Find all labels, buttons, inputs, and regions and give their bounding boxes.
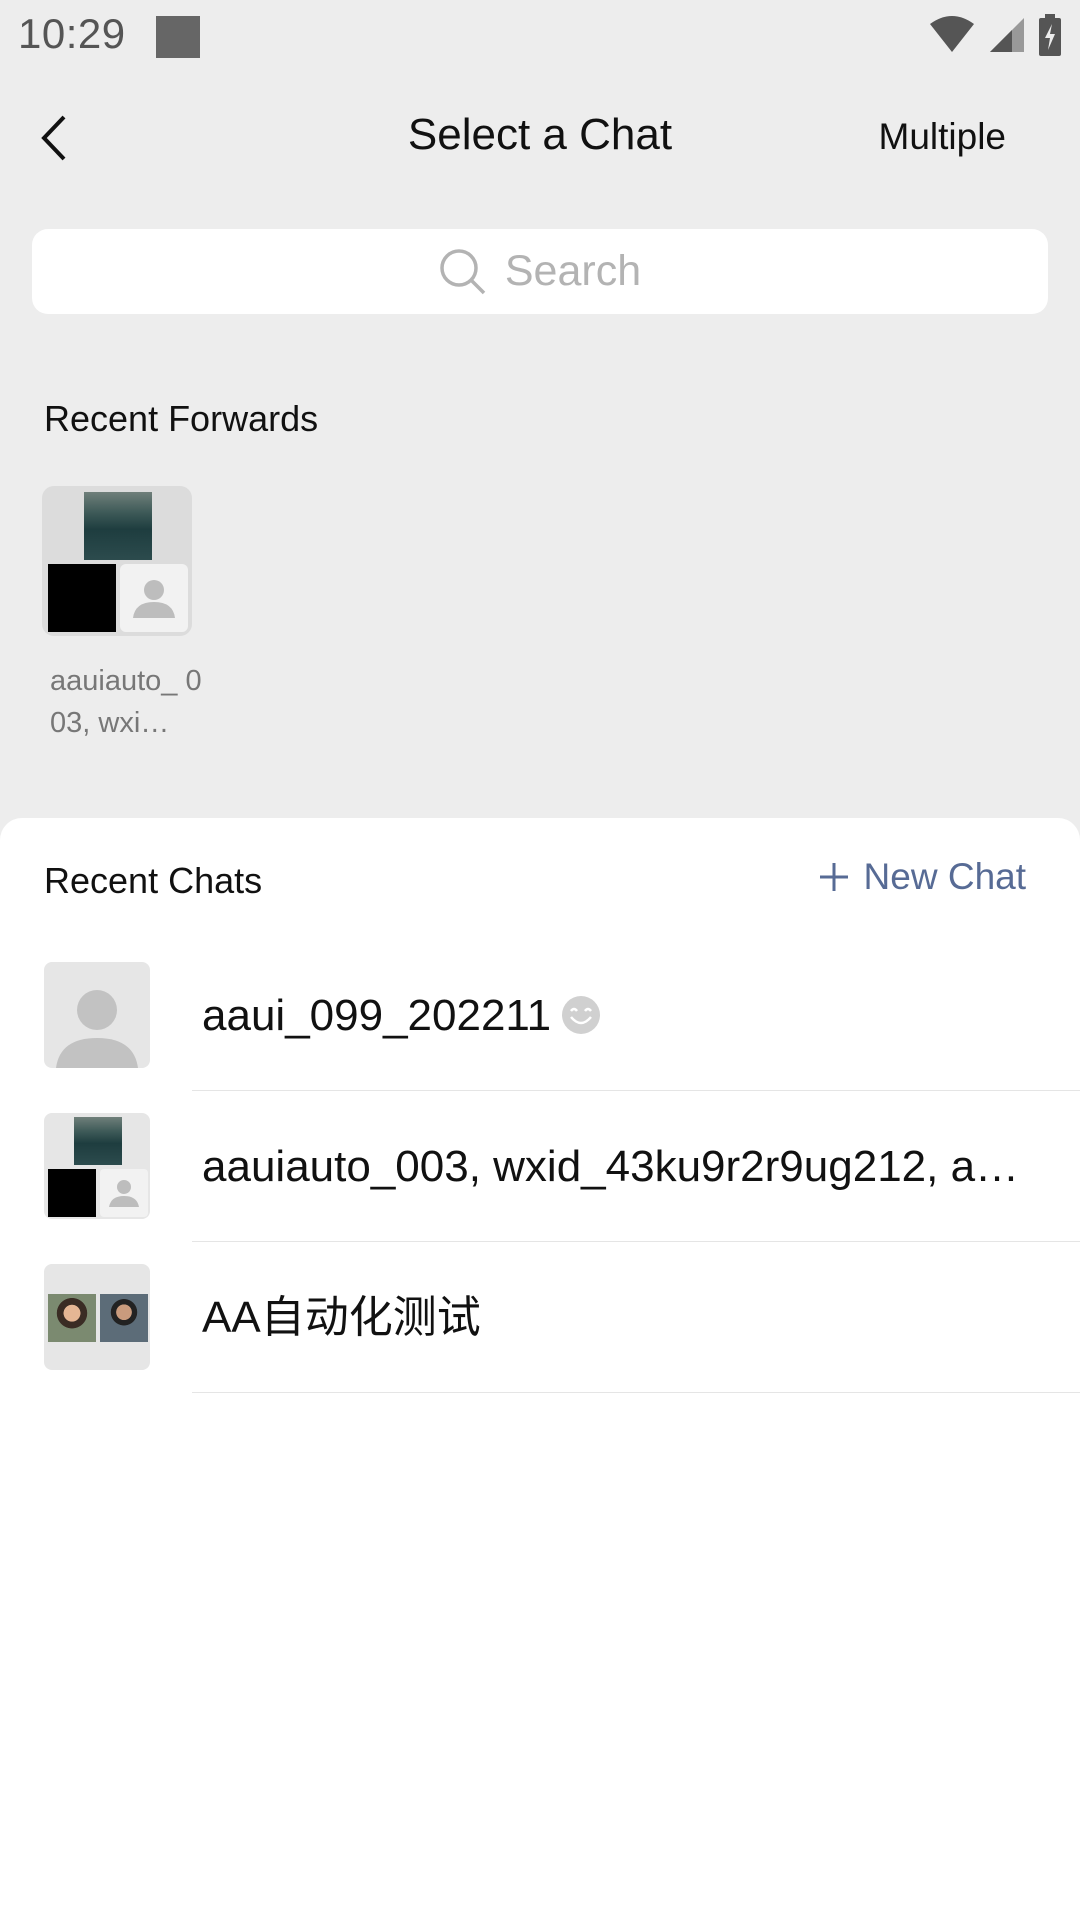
chat-name: aauiauto_003, wxid_43ku9r2r9ug212, a…: [202, 1142, 1020, 1191]
status-bar: 10:29: [0, 0, 1080, 72]
smiley-emoji-icon: [562, 996, 601, 1035]
chat-row[interactable]: AA自动化测试: [0, 1242, 1080, 1393]
member-photo: [84, 492, 152, 560]
row-divider: [192, 1392, 1080, 1393]
group-avatar: [44, 1113, 150, 1219]
search-placeholder: Search: [504, 247, 642, 295]
avatar: [44, 962, 150, 1068]
recent-chats-panel: Recent Chats New Chat aaui_099_202211 aa…: [0, 818, 1080, 1920]
chat-name: aaui_099_202211: [202, 990, 1034, 1042]
group-avatar: [42, 486, 192, 636]
battery-icon: [1039, 14, 1061, 56]
person-placeholder-icon: [100, 1169, 148, 1217]
status-time: 10:29: [18, 10, 126, 57]
member-photo: [100, 1294, 148, 1342]
member-avatar-black: [48, 1169, 96, 1217]
recent-forward-name: aauiauto_ 003, wxi…: [50, 665, 202, 739]
search-input[interactable]: Search: [32, 229, 1048, 314]
status-icons: [921, 14, 1062, 58]
person-placeholder-icon: [56, 990, 138, 1068]
chat-row[interactable]: aaui_099_202211: [0, 940, 1080, 1091]
nav-bar: Select a Chat Multiple: [0, 90, 1080, 186]
new-chat-label: New Chat: [863, 856, 1026, 897]
multiple-button[interactable]: Multiple: [879, 116, 1007, 158]
new-chat-button[interactable]: New Chat: [818, 856, 1026, 898]
member-photo: [74, 1117, 122, 1165]
recent-forward-item[interactable]: aauiauto_ 003, wxi…: [42, 486, 202, 744]
wifi-icon: [930, 16, 975, 52]
signal-icon: [989, 18, 1024, 52]
person-placeholder-icon: [120, 564, 188, 632]
group-avatar: [44, 1264, 150, 1370]
recent-forwards-heading: Recent Forwards: [44, 398, 319, 439]
plus-icon: [819, 863, 848, 891]
member-photo: [48, 1294, 96, 1342]
recent-chats-heading: Recent Chats: [44, 860, 263, 901]
chat-name: AA自动化测试: [202, 1293, 481, 1342]
chat-row[interactable]: aauiauto_003, wxid_43ku9r2r9ug212, a…: [0, 1091, 1080, 1242]
member-avatar-black: [48, 564, 116, 632]
notification-icon: [156, 16, 200, 58]
search-icon: [440, 248, 486, 294]
